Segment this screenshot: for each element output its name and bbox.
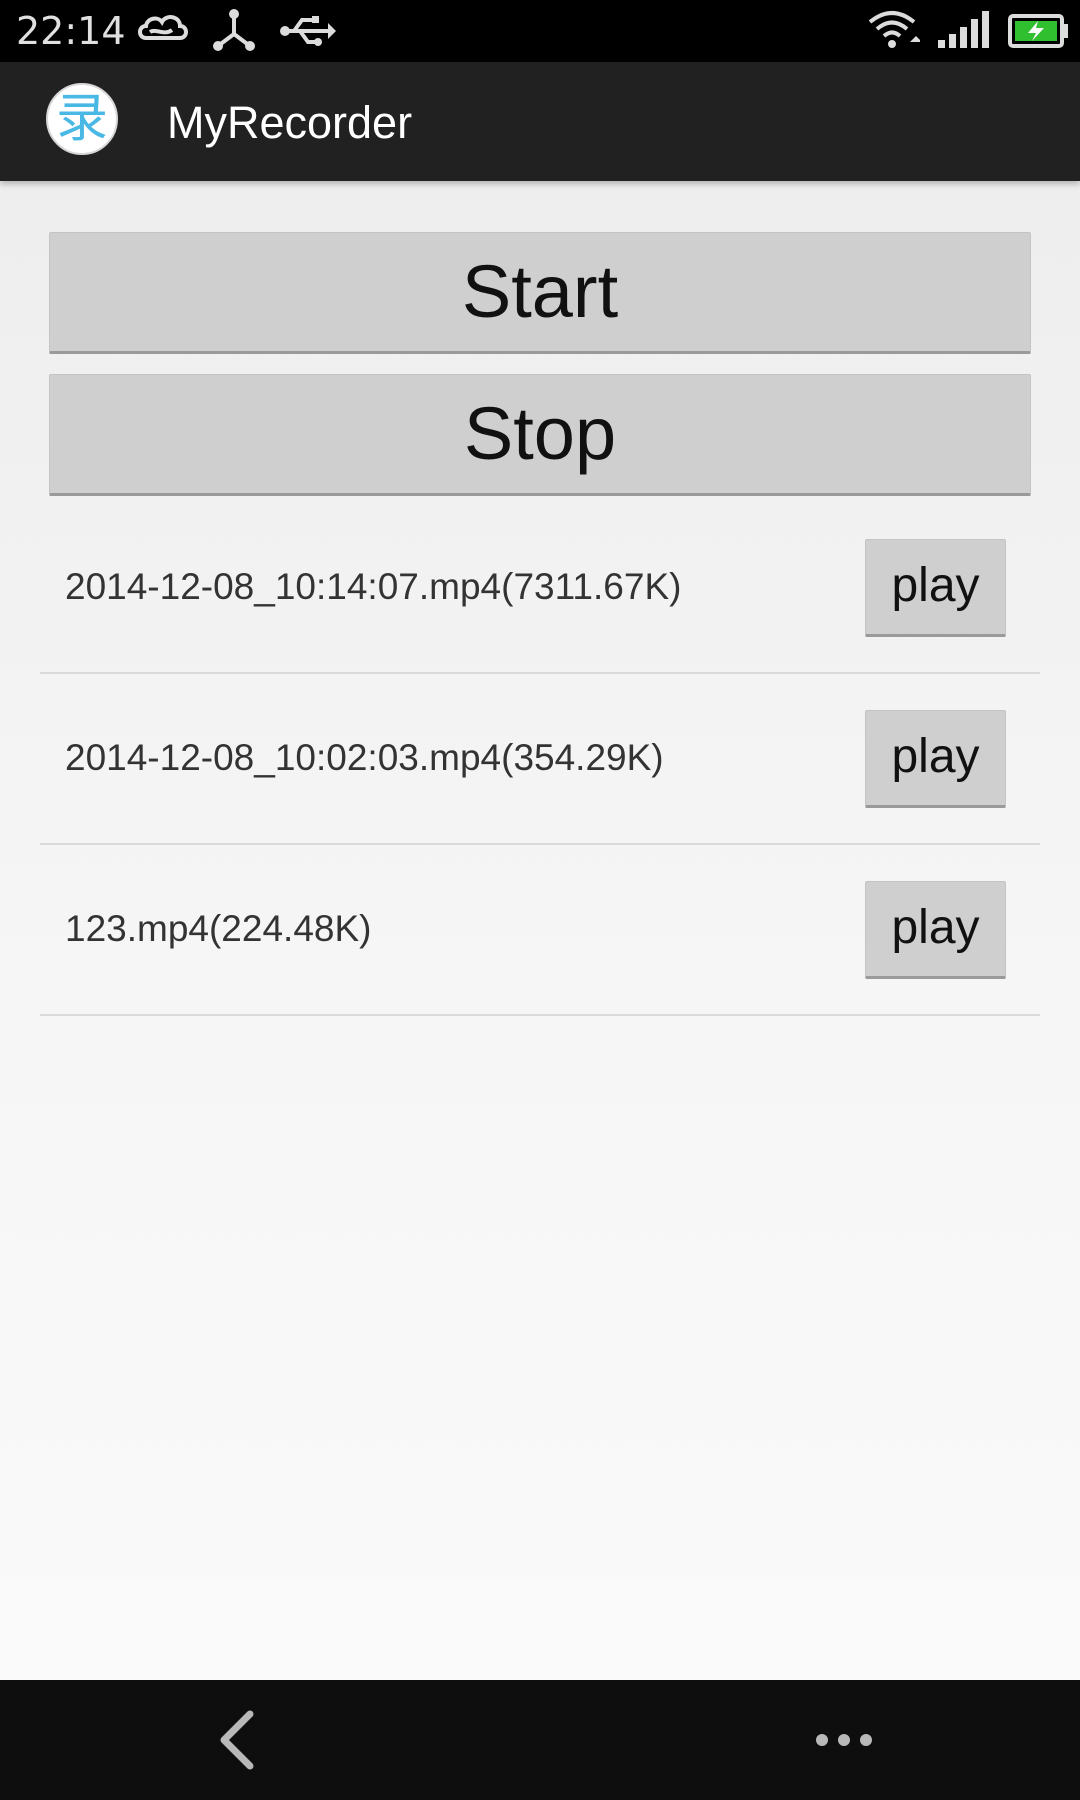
more-button[interactable] — [744, 1680, 944, 1800]
share-hub-icon — [213, 9, 255, 51]
start-button[interactable]: Start — [49, 232, 1031, 354]
back-button[interactable] — [136, 1680, 336, 1800]
stop-button[interactable]: Stop — [49, 374, 1031, 496]
more-icon — [816, 1734, 872, 1746]
status-time: 22:14 — [16, 9, 126, 53]
list-item: 2014-12-08_10:14:07.mp4(7311.67K) play — [40, 503, 1040, 674]
recording-name: 2014-12-08_10:02:03.mp4(354.29K) — [65, 737, 664, 778]
recordings-list: 2014-12-08_10:14:07.mp4(7311.67K) play 2… — [40, 503, 1040, 1016]
list-item: 2014-12-08_10:02:03.mp4(354.29K) play — [40, 674, 1040, 845]
list-item: 123.mp4(224.48K) play — [40, 845, 1040, 1016]
play-button[interactable]: play — [865, 881, 1006, 979]
battery-charging-icon — [1008, 14, 1068, 48]
weather-cloud-icon — [138, 15, 188, 40]
usb-icon — [280, 16, 336, 46]
app-title: MyRecorder — [167, 97, 413, 148]
navigation-bar — [0, 1680, 1080, 1800]
action-bar: 录 MyRecorder — [0, 62, 1080, 181]
status-bar: 22:14 — [0, 0, 1080, 62]
play-button[interactable]: play — [865, 539, 1006, 637]
app-logo-icon[interactable]: 录 — [46, 83, 118, 155]
back-icon — [220, 1710, 254, 1770]
recording-name: 123.mp4(224.48K) — [65, 908, 372, 949]
play-button[interactable]: play — [865, 710, 1006, 808]
recording-name: 2014-12-08_10:14:07.mp4(7311.67K) — [65, 566, 682, 607]
wifi-icon — [868, 11, 920, 48]
cell-signal-icon — [938, 11, 989, 48]
